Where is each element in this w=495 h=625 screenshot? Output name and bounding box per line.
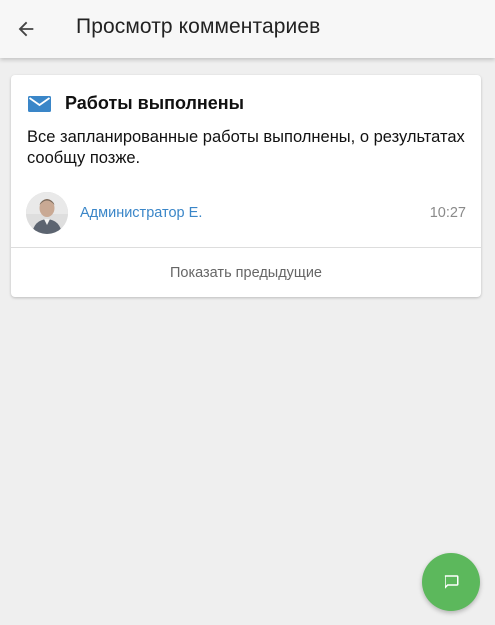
avatar-photo xyxy=(26,192,68,234)
comment-text: Все запланированные работы выполнены, о … xyxy=(27,128,465,167)
app-bar: Просмотр комментариев xyxy=(0,0,495,58)
comment-card: Работы выполнены Все запланированные раб… xyxy=(11,75,481,297)
add-comment-fab[interactable] xyxy=(422,553,480,611)
arrow-left-icon xyxy=(18,21,34,37)
back-button[interactable] xyxy=(10,13,42,45)
author-name[interactable]: Администратор Е. xyxy=(80,205,202,221)
avatar[interactable] xyxy=(26,192,68,234)
comment-title: Работы выполнены xyxy=(65,93,245,113)
comment-time: 10:27 xyxy=(429,205,466,221)
show-previous-button[interactable]: Показать предыдущие xyxy=(11,248,481,297)
page-title: Просмотр комментариев xyxy=(76,15,321,38)
chat-bubble-icon xyxy=(444,575,459,589)
mail-icon xyxy=(28,96,51,112)
